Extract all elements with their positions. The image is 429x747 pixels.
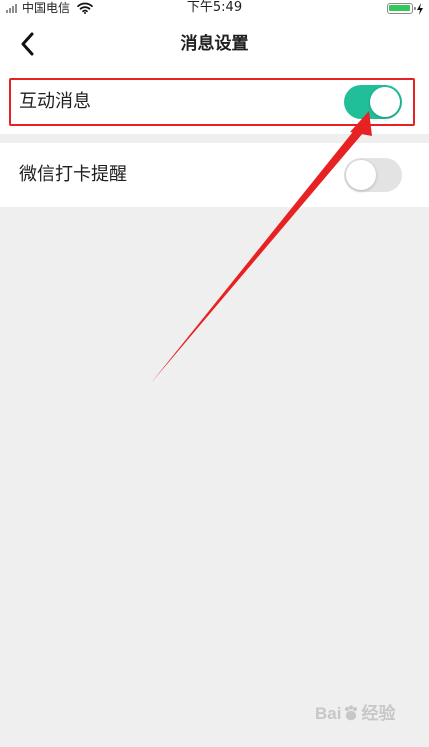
setting-row-interactive-message: 互动消息 xyxy=(0,70,429,134)
watermark: Bai 经验 xyxy=(315,702,417,726)
nav-bar: 消息设置 xyxy=(0,18,429,71)
status-bar: 中国电信 下午5:49 xyxy=(0,0,429,18)
watermark-text-right: 经验 xyxy=(361,704,396,723)
interactive-message-toggle[interactable] xyxy=(344,85,402,119)
setting-label-interactive-message: 互动消息 xyxy=(19,91,91,112)
section-gap-middle xyxy=(0,134,429,143)
charging-bolt-icon xyxy=(417,3,423,15)
wechat-checkin-reminder-toggle[interactable] xyxy=(344,158,402,192)
baidu-paw-icon xyxy=(345,705,358,721)
toggle-knob xyxy=(370,87,400,117)
toggle-knob xyxy=(346,160,376,190)
page-title: 消息设置 xyxy=(180,34,249,54)
setting-label-wechat-checkin-reminder: 微信打卡提醒 xyxy=(19,164,127,185)
battery-fill xyxy=(389,5,410,11)
setting-row-wechat-checkin-reminder: 微信打卡提醒 xyxy=(0,143,429,207)
watermark-text-left: Bai xyxy=(315,704,342,723)
battery-icon xyxy=(387,3,416,14)
status-time: 下午5:49 xyxy=(186,0,243,15)
